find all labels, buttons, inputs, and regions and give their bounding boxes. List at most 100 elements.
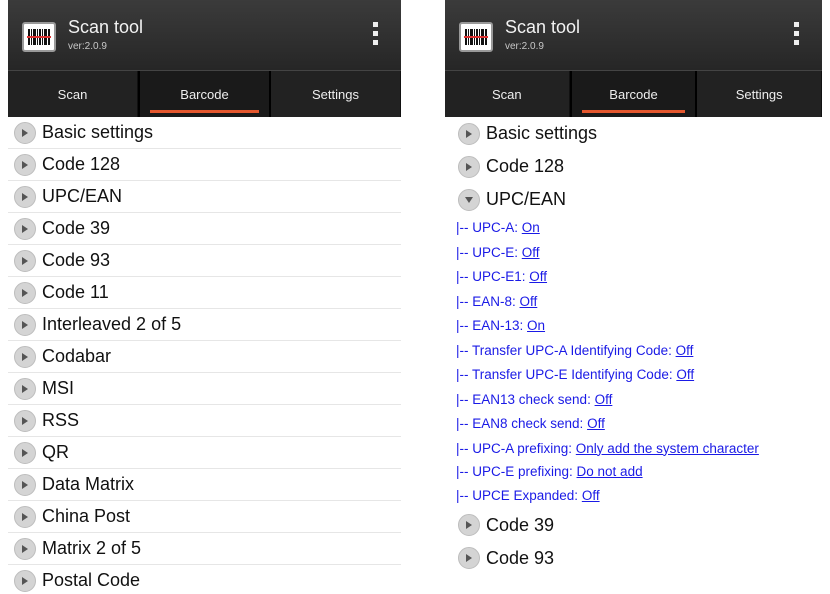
tab-settings[interactable]: Settings	[697, 71, 822, 117]
list-item-label: UPC/EAN	[42, 186, 123, 206]
setting-value-link[interactable]: Off	[520, 294, 538, 309]
setting-value-link[interactable]: Off	[529, 269, 547, 284]
collapsed-arrow-icon	[458, 547, 480, 569]
list-item[interactable]: Code 128	[452, 150, 822, 183]
tab-scan[interactable]: Scan	[445, 71, 570, 117]
setting-row: |-- Transfer UPC-A Identifying Code: Off	[445, 339, 822, 364]
collapsed-arrow-icon	[14, 217, 36, 240]
list-item[interactable]: MSI	[8, 373, 401, 405]
barcode-app-icon	[22, 22, 56, 52]
collapsed-arrow-icon	[14, 153, 36, 176]
upc-settings-list: |-- UPC-A: On |-- UPC-E: Off |-- UPC-E1: O…	[445, 216, 822, 509]
app-title: Scan tool	[68, 17, 144, 37]
collapsed-arrow-icon	[14, 121, 36, 144]
list-item-label: Code 39	[42, 218, 111, 238]
symbology-list-top: Basic settings Code 128 UPC/EAN	[445, 117, 822, 216]
list-item-label: Code 93	[486, 547, 555, 568]
list-item[interactable]: Code 39	[452, 509, 822, 542]
list-item-label: MSI	[42, 378, 75, 398]
collapsed-arrow-icon	[14, 537, 36, 560]
collapsed-arrow-icon	[14, 185, 36, 208]
list-item[interactable]: Basic settings	[452, 117, 822, 150]
setting-row: |-- UPC-A prefixing: Only add the system…	[445, 437, 822, 460]
setting-value-link[interactable]: Off	[522, 245, 540, 260]
tab-settings[interactable]: Settings	[271, 71, 401, 117]
setting-row: |-- EAN13 check send: Off	[445, 388, 822, 413]
setting-label: |-- Transfer UPC-E Identifying Code:	[456, 367, 677, 382]
setting-label: |-- UPC-E prefixing:	[456, 463, 577, 479]
barcode-app-icon	[459, 22, 493, 52]
app-version: ver:2.0.9	[68, 41, 107, 52]
list-item[interactable]: Data Matrix	[8, 469, 401, 501]
collapsed-arrow-icon	[458, 155, 480, 178]
setting-label: |-- UPC-E:	[456, 244, 522, 260]
list-item-label: Codabar	[42, 346, 112, 366]
setting-row: |-- EAN8 check send: Off	[445, 412, 822, 437]
title-bar: Scan tool ver:2.0.9	[8, 0, 401, 70]
list-item-label: RSS	[42, 410, 80, 430]
expanded-arrow-icon	[458, 188, 480, 211]
setting-value-link[interactable]: On	[522, 220, 540, 235]
setting-value-link[interactable]: Off	[582, 488, 600, 503]
setting-value-link[interactable]: Only add the system character	[576, 441, 759, 456]
setting-label: |-- EAN13 check send:	[456, 391, 595, 407]
tab-bar: Scan Barcode Settings	[8, 70, 401, 117]
screen-collapsed: Scan tool ver:2.0.9 Scan Barcode Setting…	[8, 0, 401, 594]
tab-scan[interactable]: Scan	[8, 71, 138, 117]
collapsed-arrow-icon	[14, 345, 36, 368]
list-item-label: Postal Code	[42, 570, 141, 590]
setting-value-link[interactable]: On	[527, 318, 545, 333]
overflow-menu-icon[interactable]	[373, 22, 379, 48]
collapsed-arrow-icon	[14, 473, 36, 496]
collapsed-arrow-icon	[14, 505, 36, 528]
setting-label: |-- UPC-E1:	[456, 269, 530, 284]
collapsed-arrow-icon	[14, 441, 36, 464]
list-item[interactable]: Code 128	[8, 149, 401, 181]
screen-expanded: Scan tool ver:2.0.9 Scan Barcode Setting…	[445, 0, 822, 594]
list-item-label: Basic settings	[486, 123, 598, 143]
setting-value-link[interactable]: Do not add	[577, 464, 643, 479]
tab-barcode[interactable]: Barcode	[569, 71, 698, 117]
list-item[interactable]: Matrix 2 of 5	[8, 533, 401, 565]
list-item[interactable]: Code 93	[8, 245, 401, 277]
list-item[interactable]: Postal Code	[8, 565, 401, 594]
list-item[interactable]: RSS	[8, 405, 401, 437]
collapsed-arrow-icon	[14, 569, 36, 592]
list-item[interactable]: Basic settings	[8, 117, 401, 149]
list-item[interactable]: QR	[8, 437, 401, 469]
collapsed-arrow-icon	[14, 249, 36, 272]
list-item[interactable]: UPC/EAN	[8, 181, 401, 213]
list-item-label: Data Matrix	[42, 474, 135, 494]
list-item[interactable]: Interleaved 2 of 5	[8, 309, 401, 341]
list-item-label: Code 128	[486, 156, 565, 176]
setting-label: |-- UPC-A prefixing:	[456, 440, 576, 456]
overflow-menu-icon[interactable]	[794, 22, 800, 48]
list-item-label: UPC/EAN	[486, 189, 567, 209]
list-item-label: Code 128	[42, 154, 121, 174]
tab-barcode[interactable]: Barcode	[138, 71, 271, 117]
collapsed-arrow-icon	[14, 313, 36, 336]
symbology-list-bottom: Code 39 Code 93	[445, 509, 822, 575]
list-item[interactable]: Code 39	[8, 213, 401, 245]
list-item[interactable]: Code 93	[452, 542, 822, 575]
setting-value-link[interactable]: Off	[676, 343, 694, 358]
app-title: Scan tool	[505, 17, 581, 37]
setting-value-link[interactable]: Off	[587, 416, 605, 431]
list-item[interactable]: Codabar	[8, 341, 401, 373]
list-item[interactable]: UPC/EAN	[452, 183, 822, 216]
setting-label: |-- EAN-13:	[456, 318, 528, 333]
title-bar: Scan tool ver:2.0.9	[445, 0, 822, 70]
tab-bar: Scan Barcode Settings	[445, 70, 822, 117]
collapsed-arrow-icon	[14, 409, 36, 432]
setting-row: |-- UPC-A: On	[445, 216, 822, 241]
setting-row: |-- EAN-13: On	[445, 314, 822, 339]
list-item[interactable]: China Post	[8, 501, 401, 533]
setting-value-link[interactable]: Off	[595, 392, 613, 407]
app-version: ver:2.0.9	[505, 41, 544, 52]
setting-row: |-- EAN-8: Off	[445, 290, 822, 315]
list-item[interactable]: Code 11	[8, 277, 401, 309]
list-item-label: Code 39	[486, 514, 555, 535]
list-item-label: Interleaved 2 of 5	[42, 314, 182, 334]
collapsed-arrow-icon	[458, 122, 480, 145]
setting-value-link[interactable]: Off	[676, 367, 694, 382]
